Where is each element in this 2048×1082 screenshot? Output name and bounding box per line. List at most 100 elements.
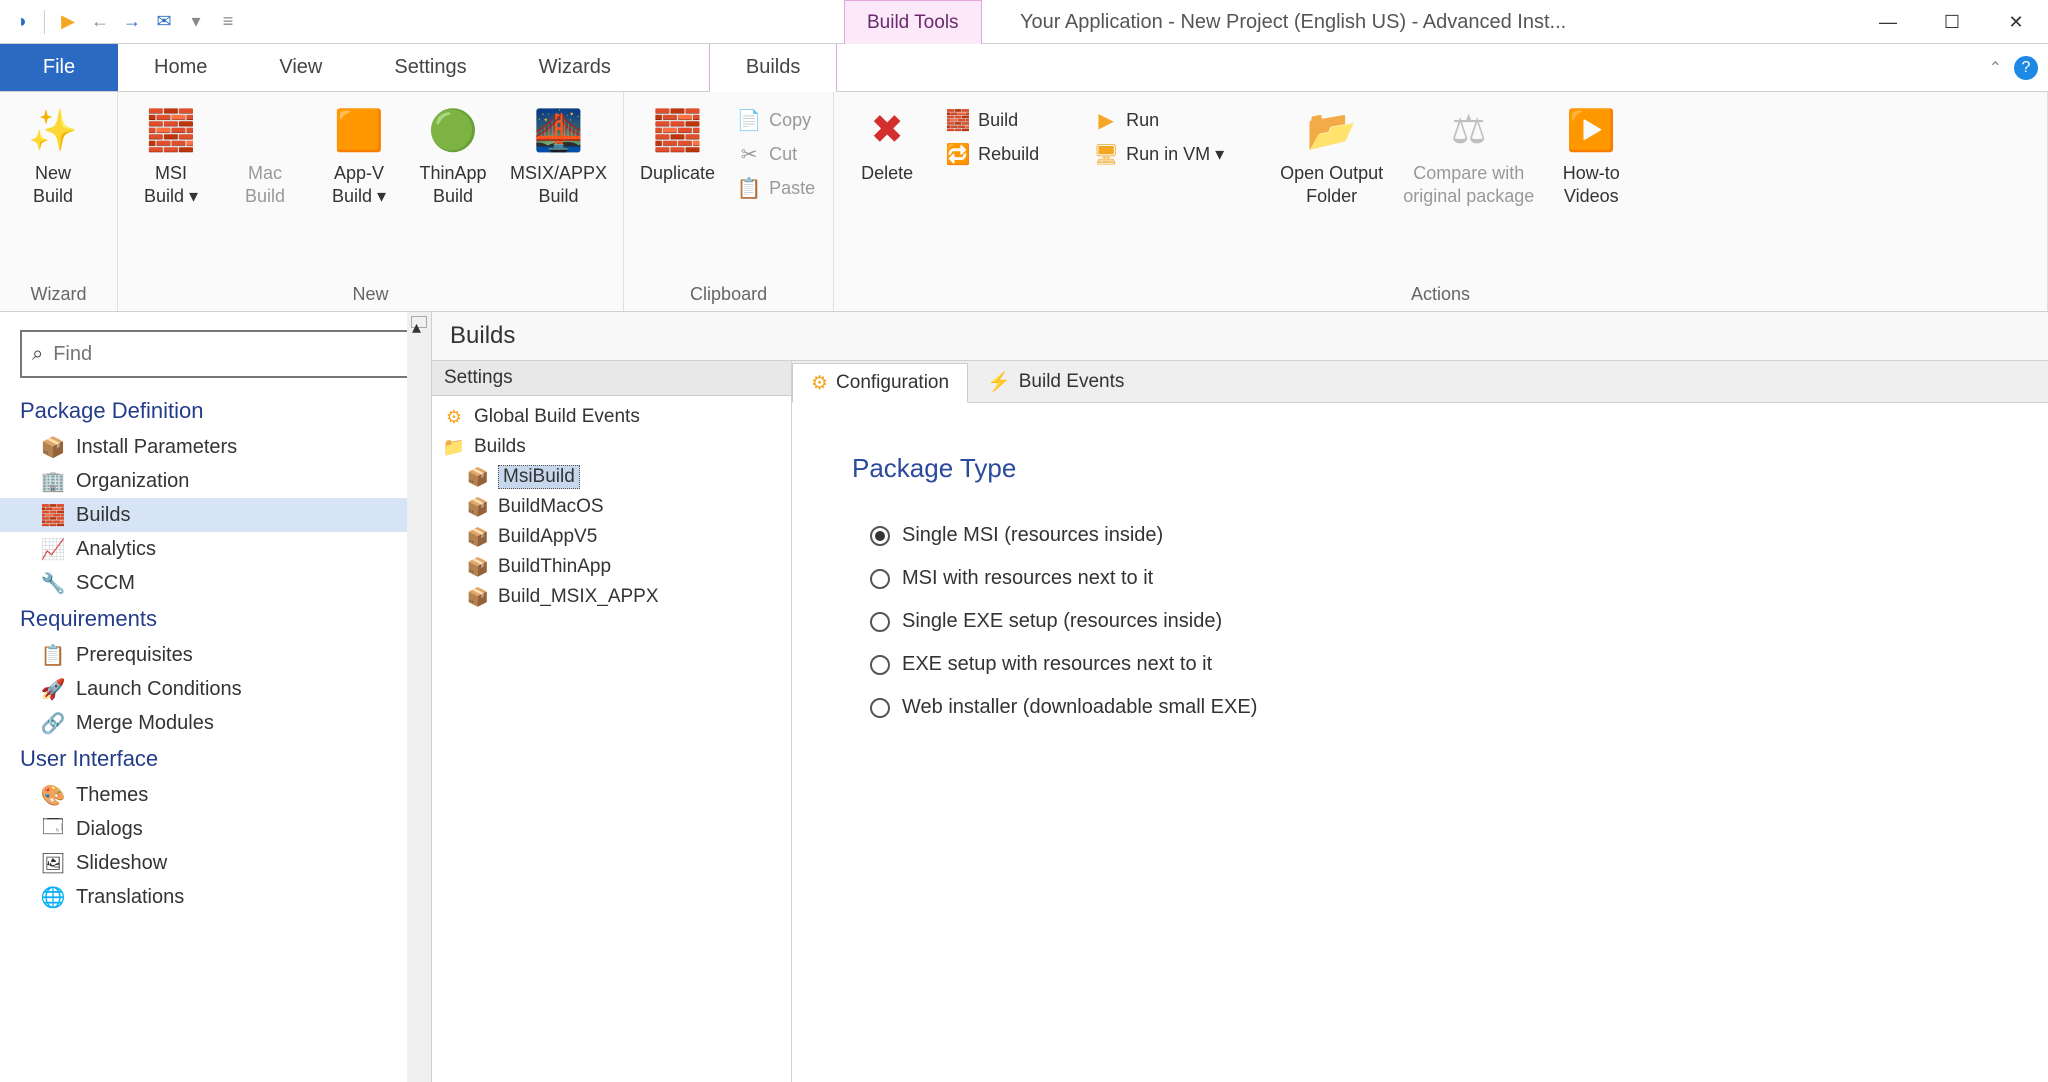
nav-item[interactable]: 🔧SCCM	[0, 566, 431, 600]
msix-appx-build-button[interactable]: 🌉 MSIX/APPX Build	[504, 100, 613, 211]
close-button[interactable]: ✕	[1984, 0, 2048, 44]
nav-item[interactable]: 📋Prerequisites	[0, 638, 431, 672]
package-type-option[interactable]: Web installer (downloadable small EXE)	[852, 686, 1988, 729]
tab-builds[interactable]: Builds	[709, 44, 837, 92]
open-output-folder-button[interactable]: 📂 Open Output Folder	[1274, 100, 1389, 211]
apple-icon	[239, 104, 291, 156]
paste-button[interactable]: 📋 Paste	[729, 172, 823, 204]
compare-button[interactable]: ⚖ Compare with original package	[1397, 100, 1540, 211]
package-type-option[interactable]: MSI with resources next to it	[852, 557, 1988, 600]
package-type-option[interactable]: EXE setup with resources next to it	[852, 643, 1988, 686]
radio-label: Single EXE setup (resources inside)	[902, 610, 1222, 633]
nav-item-label: Launch Conditions	[76, 678, 242, 701]
find-input[interactable]	[53, 343, 399, 366]
msi-build-button[interactable]: 🧱 MSI Build ▾	[128, 100, 214, 211]
radio-icon	[870, 698, 890, 718]
tree-item-icon: ⚙	[442, 405, 466, 429]
copy-icon: 📄	[737, 108, 761, 132]
panel-tab[interactable]: ⚡Build Events	[968, 362, 1143, 402]
nav-item-icon: 🌐	[40, 884, 66, 910]
delete-button[interactable]: ✖ Delete	[844, 100, 930, 189]
msi-icon: 🧱	[145, 104, 197, 156]
run-in-vm-button[interactable]: 🖥 Run in VM ▾	[1086, 138, 1266, 170]
appv-build-button[interactable]: 🟧 App-V Build ▾	[316, 100, 402, 211]
panel-tab[interactable]: ⚙Configuration	[792, 363, 968, 403]
scrollbar[interactable]: ▴	[407, 312, 431, 1082]
contextual-tab-build-tools: Build Tools	[844, 0, 982, 44]
tree-item[interactable]: 📦BuildMacOS	[432, 492, 791, 522]
qat-forward-icon[interactable]: →	[119, 9, 145, 35]
duplicate-button[interactable]: 🧱 Duplicate	[634, 100, 721, 189]
tree-item[interactable]: 📦Build_MSIX_APPX	[432, 582, 791, 612]
nav-item-label: Themes	[76, 784, 148, 807]
qat-customize-icon[interactable]: ≡	[215, 9, 241, 35]
left-nav: ▴ ⌕ Package Definition📦Install Parameter…	[0, 312, 432, 1082]
help-icon[interactable]: ?	[2014, 56, 2038, 80]
tree-item-icon: 📦	[466, 495, 490, 519]
tab-wizards[interactable]: Wizards	[503, 44, 647, 91]
radio-icon	[870, 569, 890, 589]
tab-view[interactable]: View	[243, 44, 358, 91]
nav-item-icon: 🖼	[40, 850, 66, 876]
nav-section-title: User Interface	[0, 740, 431, 778]
nav-item[interactable]: 🔗Merge Modules	[0, 706, 431, 740]
mac-build-button[interactable]: Mac Build	[222, 100, 308, 211]
howto-videos-button[interactable]: ▶️ How-to Videos	[1548, 100, 1634, 211]
nav-item-icon: 🔧	[40, 570, 66, 596]
tree-item-label: Build_MSIX_APPX	[498, 586, 659, 608]
new-build-button[interactable]: ✨ New Build	[10, 100, 96, 211]
delete-icon: ✖	[861, 104, 913, 156]
nav-item-label: Install Parameters	[76, 436, 237, 459]
nav-item[interactable]: 🧱Builds	[0, 498, 431, 532]
settings-tree: Settings ⚙Global Build Events📁Builds📦Msi…	[432, 361, 792, 1082]
find-box[interactable]: ⌕	[20, 330, 411, 378]
qat-mail-icon[interactable]: ✉	[151, 9, 177, 35]
scroll-up-icon[interactable]: ▴	[411, 316, 427, 328]
nav-item[interactable]: 🗔Dialogs	[0, 812, 431, 846]
content-header: Builds	[432, 312, 2048, 361]
tree-item[interactable]: 📦MsiBuild	[432, 462, 791, 492]
collapse-ribbon-icon[interactable]: ⌃	[1989, 58, 2002, 78]
maximize-button[interactable]: ☐	[1920, 0, 1984, 44]
nav-item[interactable]: 📦Install Parameters	[0, 430, 431, 464]
tree-item[interactable]: 📁Builds	[432, 432, 791, 462]
qat-back-icon[interactable]: ←	[87, 9, 113, 35]
package-type-option[interactable]: Single MSI (resources inside)	[852, 514, 1988, 557]
nav-section-title: Requirements	[0, 600, 431, 638]
thinapp-build-button[interactable]: 🟢 ThinApp Build	[410, 100, 496, 211]
qat-build-icon[interactable]: ▶	[55, 9, 81, 35]
tab-home[interactable]: Home	[118, 44, 243, 91]
titlebar: ◑ ▶ ← → ✉ ▾ ≡ Build Tools Your Applicati…	[0, 0, 2048, 44]
ribbon-group-label: Clipboard	[624, 280, 833, 311]
ribbon-group-label: Actions	[834, 280, 2047, 311]
nav-item[interactable]: 🚀Launch Conditions	[0, 672, 431, 706]
qat-dropdown-icon[interactable]: ▾	[183, 9, 209, 35]
copy-button[interactable]: 📄 Copy	[729, 104, 823, 136]
minimize-button[interactable]: —	[1856, 0, 1920, 44]
nav-item-icon: 📈	[40, 536, 66, 562]
nav-item[interactable]: 📈 Analytics	[0, 532, 431, 566]
ribbon-tabs: File Home View Settings Wizards Builds ⌃…	[0, 44, 2048, 92]
nav-item[interactable]: 🌐Translations	[0, 880, 431, 914]
package-type-option[interactable]: Single EXE setup (resources inside)	[852, 600, 1988, 643]
nav-item[interactable]: 🎨Themes	[0, 778, 431, 812]
tab-settings[interactable]: Settings	[358, 44, 502, 91]
nav-item-icon: 📋	[40, 642, 66, 668]
nav-item-icon: 🏢	[40, 468, 66, 494]
cut-button[interactable]: ✂ Cut	[729, 138, 823, 170]
tree-item-label: MsiBuild	[498, 465, 580, 489]
tree-item[interactable]: 📦BuildAppV5	[432, 522, 791, 552]
tree-item[interactable]: ⚙Global Build Events	[432, 402, 791, 432]
rebuild-button[interactable]: 🔁 Rebuild	[938, 138, 1078, 170]
rebuild-icon: 🔁	[946, 142, 970, 166]
tree-item[interactable]: 📦BuildThinApp	[432, 552, 791, 582]
nav-item-label: Slideshow	[76, 852, 167, 875]
run-button[interactable]: ▶ Run	[1086, 104, 1266, 136]
nav-item-label: Analytics	[76, 538, 156, 561]
nav-item[interactable]: 🏢Organization	[0, 464, 431, 498]
nav-item-label: Dialogs	[76, 818, 143, 841]
file-tab[interactable]: File	[0, 44, 118, 91]
build-button[interactable]: 🧱 Build	[938, 104, 1078, 136]
nav-item[interactable]: 🖼 Slideshow	[0, 846, 431, 880]
paste-icon: 📋	[737, 176, 761, 200]
